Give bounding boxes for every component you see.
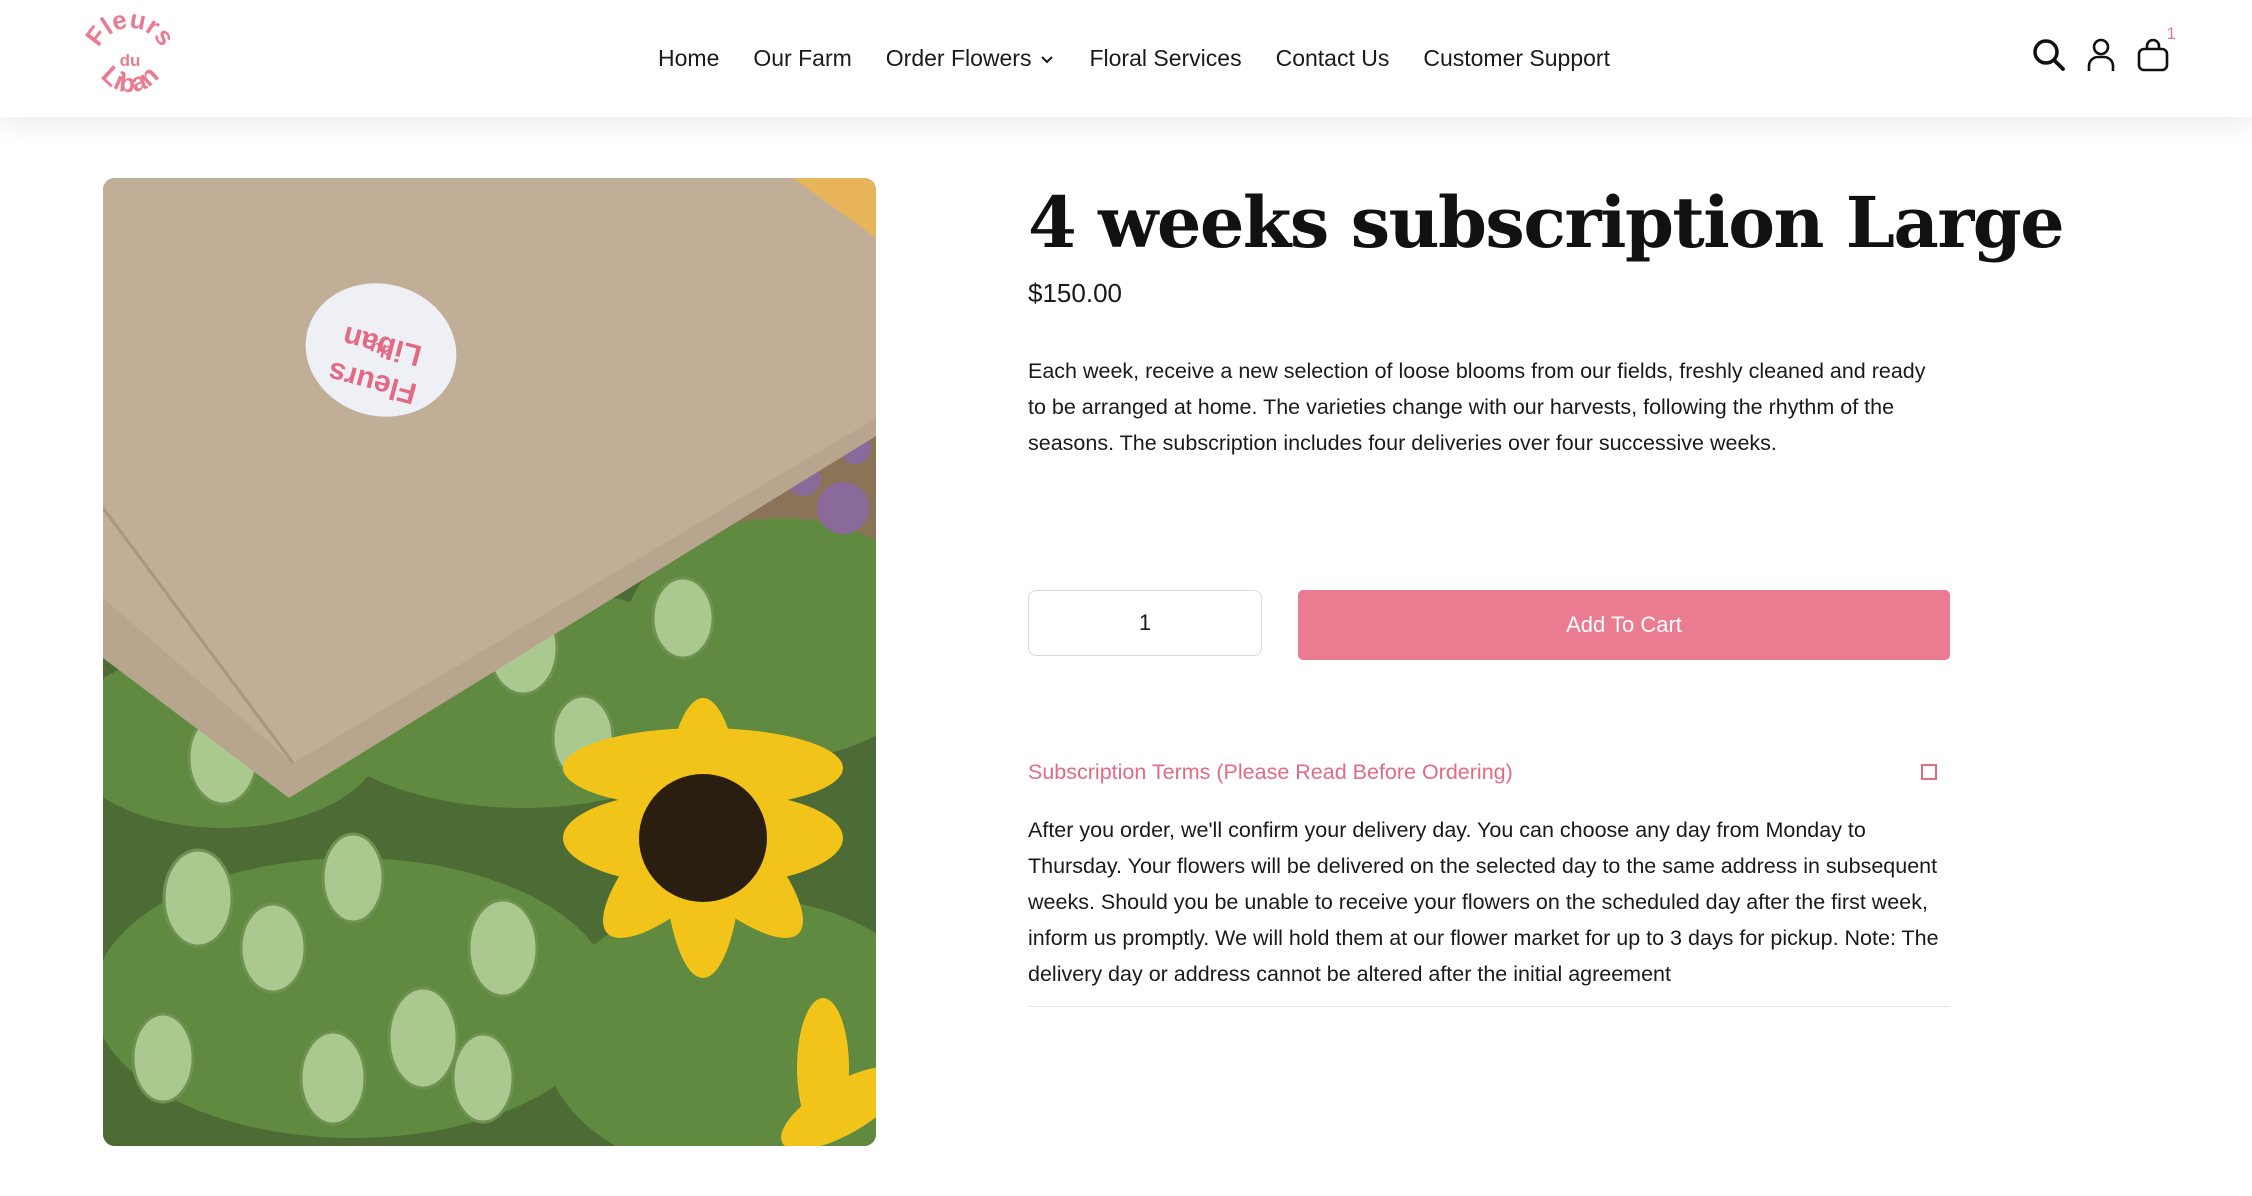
site-header: Fleurs du Liban Home Our Farm Order Flow… [0,0,2252,117]
product-info: 4 weeks subscription Large $150.00 Each … [1028,180,2065,1007]
chevron-down-icon [1041,55,1054,63]
cart-count-badge: 1 [2166,24,2176,43]
nav-our-farm[interactable]: Our Farm [753,45,851,72]
subscription-terms-accordion: Subscription Terms (Please Read Before O… [1028,750,1950,1007]
cart-icon [2137,38,2169,72]
main-nav: Home Our Farm Order Flowers Floral Servi… [0,0,2252,117]
nav-floral-services[interactable]: Floral Services [1089,45,1241,72]
nav-order-flowers[interactable]: Order Flowers [886,45,1056,72]
accordion-toggle-icon[interactable] [1921,764,1937,780]
purchase-row: 1 Add To Cart [1028,590,1950,662]
cart-button[interactable]: 1 [2136,24,2176,74]
product-photo: Liban du Fleurs [103,178,876,1146]
account-icon [2087,38,2115,71]
nav-home[interactable]: Home [658,45,719,72]
search-icon [2033,39,2065,71]
accordion-header[interactable]: Subscription Terms (Please Read Before O… [1028,750,1950,794]
product-price: $150.00 [1028,278,1122,308]
product-description: Each week, receive a new selection of lo… [1028,359,1926,455]
add-to-cart-button[interactable]: Add To Cart [1298,590,1950,660]
quantity-input[interactable]: 1 [1028,590,1262,656]
nav-contact-us[interactable]: Contact Us [1276,45,1390,72]
accordion-title: Subscription Terms (Please Read Before O… [1028,759,1513,784]
divider [1028,1006,1950,1007]
accordion-body: After you order, we'll confirm your deli… [1028,818,1939,986]
nav-customer-support[interactable]: Customer Support [1423,45,1610,72]
search-button[interactable] [2032,36,2066,74]
header-icons: 1 [2032,24,2176,74]
product-image[interactable]: Liban du Fleurs [103,178,876,1146]
account-button[interactable] [2084,36,2118,74]
product-title: 4 weeks subscription Large [1028,181,2065,264]
